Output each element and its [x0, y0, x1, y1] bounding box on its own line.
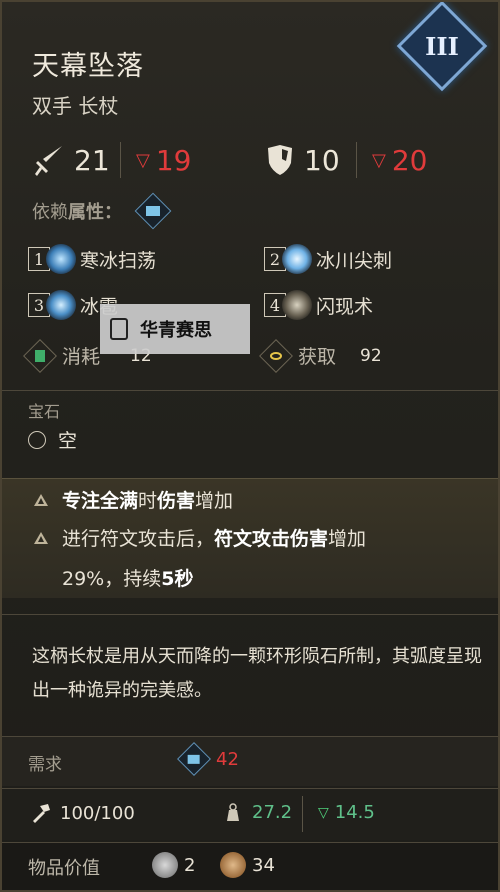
item-tooltip-card: 天幕坠落 双手 长杖 III 21 ▽ 19 10 ▽ 20 依赖 属性： 1 … [0, 0, 500, 892]
perk-1-part-b: 时 [138, 490, 158, 512]
watermark-text: 华青赛思 [140, 320, 212, 341]
shield-icon [268, 145, 292, 175]
consume-label: 消耗 [62, 346, 101, 368]
defense-value: 10 [304, 143, 340, 177]
lore-text: 这柄长杖是用从天而降的一颗环形陨石所制，其弧度呈现出一种诡异的完美感。 [32, 646, 482, 701]
skill-name: 寒冰扫荡 [80, 249, 157, 272]
requirement-label: 需求 [28, 755, 62, 775]
skill-slot-1[interactable]: 1 寒冰扫荡 [28, 242, 156, 276]
skill-slot-4[interactable]: 4 闪现术 [264, 288, 373, 322]
sword-icon [35, 146, 62, 176]
durability-value: 100/100 [60, 802, 135, 824]
attack-value: 21 [74, 143, 110, 177]
weight-req-row: ▽ 14.5 [318, 802, 375, 823]
skill-name: 闪现术 [316, 295, 374, 318]
hail-icon [46, 290, 76, 320]
gain-value: 92 [360, 345, 382, 366]
dependency-row: 依赖 属性： [32, 192, 172, 230]
gem-slot[interactable]: 空 [28, 426, 77, 453]
item-name: 天幕坠落 [32, 51, 144, 82]
item-type: 双手 长杖 [32, 94, 119, 118]
gold-row: 34 [220, 852, 275, 878]
down-triangle-icon: ▽ [318, 804, 329, 821]
blink-icon [282, 290, 312, 320]
skill-slot-2[interactable]: 2 冰川尖刺 [264, 242, 392, 276]
perk-2-part-a: 进行符文攻击后， [62, 528, 215, 550]
book-icon [177, 742, 211, 776]
eye-icon [259, 338, 293, 373]
perk-2-part-d: 29%，持续 [62, 568, 162, 590]
divider [120, 142, 121, 178]
weight-req-value: 14.5 [334, 802, 375, 823]
silver-row: 2 [152, 852, 195, 878]
weight-value: 27.2 [252, 802, 293, 823]
device-icon [110, 318, 128, 340]
perk-2-part-c: 增加 [328, 528, 367, 550]
rank-badge: III [396, 2, 488, 92]
gem-title: 宝石 [28, 402, 61, 421]
attack-requirement: ▽ 19 [136, 142, 191, 178]
silver-coin-icon [152, 852, 178, 878]
dependency-label: 依赖 [32, 202, 68, 223]
attack-req-value: 19 [155, 143, 192, 177]
divider [356, 142, 357, 178]
defense-req-value: 20 [391, 143, 428, 177]
requirement-value-row: 42 [177, 742, 239, 776]
skill-name: 冰川尖刺 [316, 249, 393, 272]
weight-row: 27.2 [224, 802, 292, 823]
perk-1-part-c: 伤害 [157, 490, 196, 512]
rune-icon [34, 532, 48, 544]
item-value-label: 物品价值 [28, 858, 100, 879]
book-icon[interactable] [134, 192, 172, 230]
watermark-overlay: 华青赛思 [100, 304, 250, 354]
perk-2-part-e: 5秒 [161, 568, 194, 590]
hammer-icon [33, 804, 50, 823]
divider [2, 390, 498, 391]
defense-requirement: ▽ 20 [372, 142, 427, 178]
empty-slot-icon [28, 430, 46, 449]
durability-row: 100/100 [30, 802, 135, 824]
silver-value: 2 [184, 854, 196, 876]
gain-row: 获取 92 [259, 338, 382, 373]
rank-numeral: III [425, 31, 459, 61]
down-triangle-icon: ▽ [136, 149, 150, 171]
divider [2, 614, 498, 615]
gain-label: 获取 [298, 346, 337, 368]
rune-icon [34, 494, 48, 506]
weight-icon [227, 802, 239, 821]
perk-1-part-d: 增加 [195, 490, 234, 512]
requirement-value: 42 [216, 748, 239, 770]
perk-2: 进行符文攻击后，符文攻击伤害增加 [32, 522, 472, 556]
dependency-label-bold: 属性： [68, 202, 122, 223]
requirement-section [2, 736, 498, 786]
gold-coin-icon [220, 852, 246, 878]
consume-icon [23, 338, 57, 373]
divider [302, 796, 303, 832]
perk-2-part-b: 符文攻击伤害 [214, 528, 329, 550]
ice-sweep-icon [46, 244, 76, 274]
perk-1-part-a: 专注全满 [62, 490, 139, 512]
defense-stat: 10 [264, 142, 340, 178]
gold-value: 34 [252, 854, 275, 876]
perk-2-line-2: 29%，持续 5秒 [62, 562, 193, 596]
down-triangle-icon: ▽ [372, 149, 386, 171]
gem-slot-label: 空 [58, 430, 78, 452]
perk-1: 专注全满时伤害增加 [32, 484, 233, 518]
glacier-spike-icon [282, 244, 312, 274]
attack-stat: 21 [32, 142, 110, 178]
